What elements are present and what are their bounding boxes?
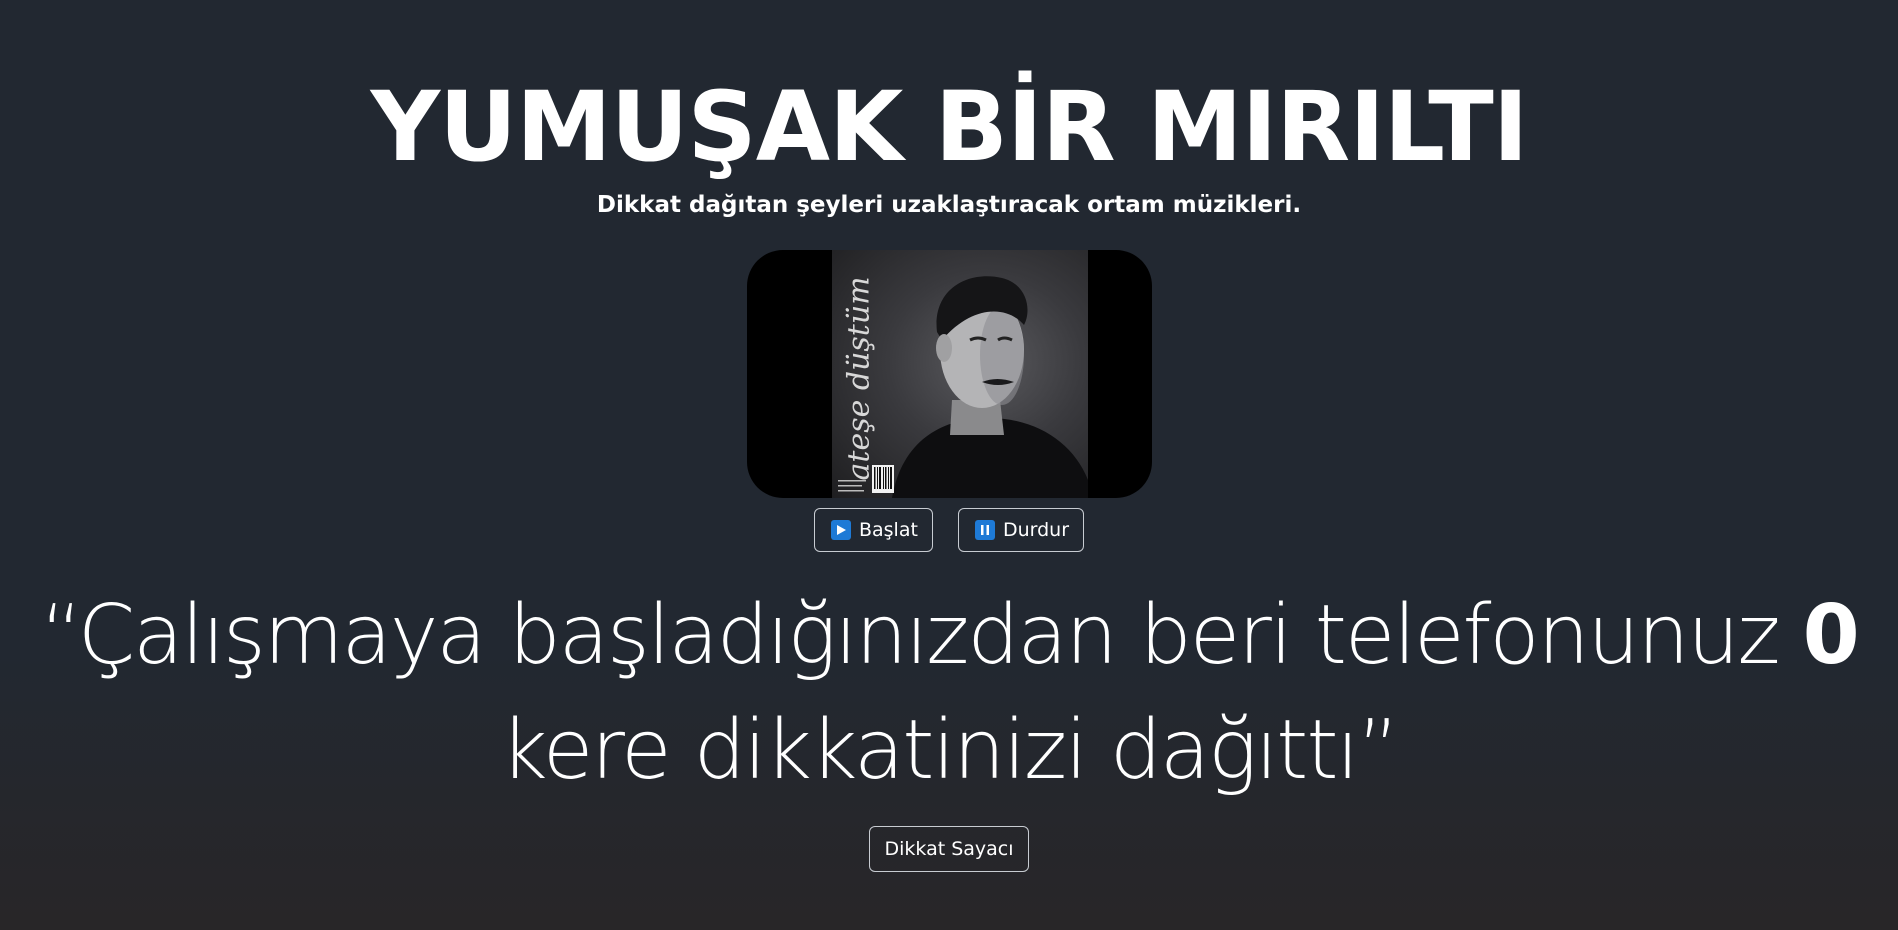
player-controls: Başlat Durdur [0, 508, 1898, 552]
play-icon [830, 520, 851, 540]
distraction-count: 0 [1802, 588, 1860, 683]
stop-button-label: Durdur [1002, 519, 1070, 541]
distraction-counter-button[interactable]: Dikkat Sayacı [869, 826, 1029, 872]
quote-text-start: “Çalışmaya başladığınızdan beri telefonu… [40, 588, 1803, 683]
quote-text-end: kere dikkatinizi dağıttı” [500, 703, 1399, 798]
stop-button[interactable]: Durdur [957, 508, 1085, 552]
music-player: ateşe düştüm [747, 250, 1152, 498]
pause-icon [974, 520, 995, 540]
counter-section: Dikkat Sayacı [0, 826, 1898, 872]
start-button-label: Başlat [858, 519, 918, 541]
album-title-script: ateşe düştüm [841, 276, 877, 481]
page-title: YUMUŞAK BİR MIRILTI [370, 71, 1529, 183]
page-subtitle: Dikkat dağıtan şeyleri uzaklaştıracak or… [596, 192, 1302, 218]
start-button[interactable]: Başlat [813, 508, 933, 552]
album-cover-image: ateşe düştüm [832, 250, 1088, 498]
distraction-quote: “Çalışmaya başladığınızdan beri telefonu… [40, 578, 1860, 808]
